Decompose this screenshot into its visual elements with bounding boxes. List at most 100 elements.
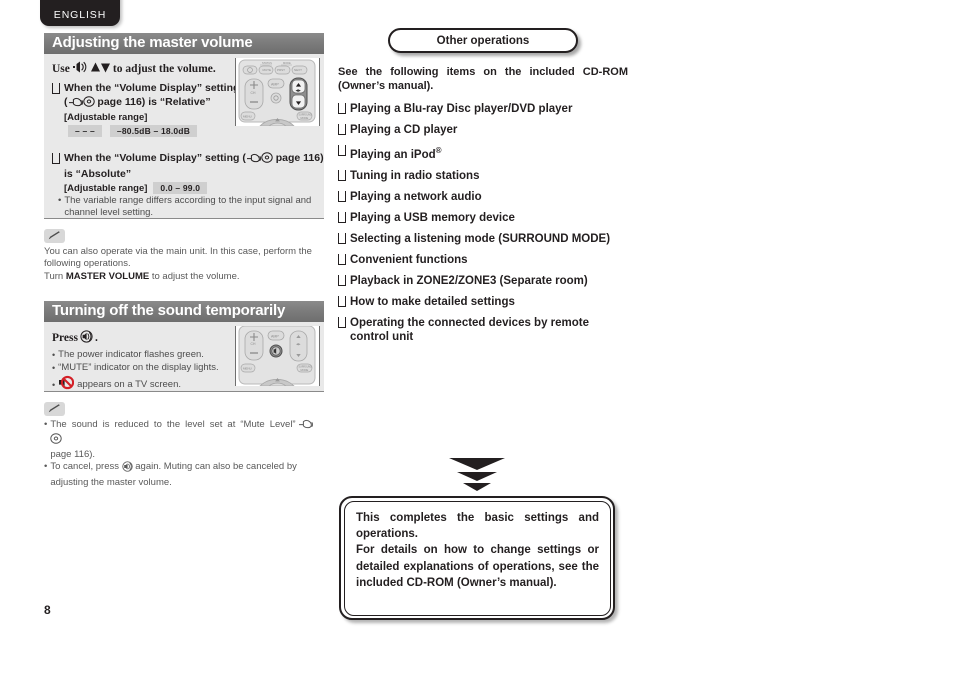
mute-button-icon — [121, 461, 133, 477]
disc-icon — [82, 96, 95, 111]
operation-label: Tuning in radio stations — [350, 169, 480, 182]
triangle-down-icon — [457, 472, 497, 481]
checkbox-item: When the “Volume Display” setting — [51, 82, 242, 95]
bullet-dot: • — [52, 363, 56, 373]
adjustable-range-text: [Adjustable range] — [64, 182, 148, 194]
list-item: • “MUTE” indicator on the display lights… — [52, 362, 240, 374]
item1-adjustable-range-label: [Adjustable range] — [64, 112, 242, 123]
memo-turn-text: Turn — [44, 270, 66, 282]
svg-text:MENU: MENU — [243, 367, 252, 371]
disc-icon — [261, 152, 273, 167]
section1-memo-line1: You can also operate via the main unit. … — [44, 245, 312, 270]
section1-title: Adjusting the master volume — [44, 33, 324, 54]
manual-page: ENGLISH Adjusting the master volume Use — [0, 0, 954, 675]
use-word: Use — [52, 62, 70, 75]
memo-bullet2-pre: To cancel, press — [50, 461, 119, 472]
list-item: Playing a CD player — [337, 123, 628, 137]
remote-control-mute-diagram: CH AMP ◀▶ MENU SURROUND MODE — [235, 326, 320, 386]
checkbox-icon — [51, 153, 60, 164]
memo-bullet1-page: page 116). — [50, 448, 96, 460]
triangle-down-icon — [449, 458, 505, 470]
mute-crossed-speaker-icon — [58, 375, 75, 394]
memo-list-item: • To cancel, press again. Muting can als… — [44, 461, 324, 489]
volume-icon — [72, 61, 88, 76]
svg-text:MODE: MODE — [283, 61, 291, 65]
press-period: . — [94, 332, 98, 344]
list-item: Convenient functions — [337, 253, 628, 267]
item1-line1: When the “Volume Display” setting — [64, 82, 240, 94]
registered-trademark-icon: ® — [435, 146, 442, 155]
pencil-memo-icon — [44, 401, 65, 416]
page-number: 8 — [44, 603, 51, 617]
checkbox-icon — [337, 124, 346, 135]
svg-text:MUTE: MUTE — [263, 68, 272, 72]
checkbox-icon — [337, 190, 346, 202]
svg-text:NEXT: NEXT — [294, 68, 302, 72]
checkbox-icon — [337, 316, 346, 328]
operation-label: Selecting a listening mode (SURROUND MOD… — [350, 232, 611, 245]
memo-bullet1: The sound is reduced to the level set at… — [50, 419, 324, 462]
list-item: Playback in ZONE2/ZONE3 (Separate room) — [337, 274, 628, 288]
operation-label: Convenient functions — [350, 253, 468, 266]
list-item: Playing a network audio — [337, 190, 628, 204]
pointing-hand-icon — [298, 419, 314, 434]
operations-list: Playing a Blu-ray Disc player/DVD player… — [337, 102, 628, 344]
list-item: • appears on a TV screen. — [52, 375, 240, 394]
bullet-text: The power indicator flashes green. — [58, 349, 204, 360]
checkbox-icon — [337, 253, 346, 265]
svg-text:PRST: PRST — [277, 68, 285, 72]
item2-adjustable-range-label: [Adjustable range] 0.0 – 99.0 — [64, 182, 338, 194]
checkbox-icon — [337, 211, 346, 223]
checkbox-item: When the “Volume Display” setting ( page… — [51, 152, 338, 167]
list-item: Selecting a listening mode (SURROUND MOD… — [337, 232, 628, 246]
section-turning-off-sound: Turning off the sound temporarily Press — [44, 301, 324, 489]
operation-label: Operating the connected devices by remot… — [350, 316, 590, 343]
item2-note: • The variable range differs according t… — [58, 195, 338, 219]
item1-reference-line: ( page 116) is “Relative” — [64, 96, 242, 111]
item1-page-ref: page 116) is “Relative” — [97, 96, 211, 108]
section-adjusting-master-volume: Adjusting the master volume Use to adjus… — [44, 33, 324, 283]
memo-bullet1-text: The sound is reduced to the level set at… — [50, 418, 296, 430]
range-chip: – – – — [68, 125, 102, 137]
svg-text:MENU: MENU — [243, 115, 252, 119]
item2-line2: is “Absolute” — [64, 168, 132, 180]
checkbox-icon — [337, 103, 346, 114]
use-line-suffix: to adjust the volume. — [112, 62, 216, 75]
range-chip: 0.0 – 99.0 — [153, 182, 208, 194]
completion-callout-text: This completes the basic settings and op… — [356, 512, 599, 589]
item2-line1: When the “Volume Display” setting ( page… — [64, 152, 324, 167]
section2-press-line: Press . — [52, 330, 240, 346]
language-tab: ENGLISH — [40, 0, 120, 26]
list-item: Tuning in radio stations — [337, 169, 628, 183]
adjustable-range-text: [Adjustable range] — [64, 112, 148, 123]
svg-text:CH: CH — [251, 342, 256, 346]
section1-use-line: Use to adjust the volume. — [52, 61, 242, 76]
master-volume-label: MASTER VOLUME — [65, 270, 150, 282]
other-operations-badge: Other operations — [388, 28, 578, 53]
press-word: Press — [52, 332, 78, 344]
operation-label-text: Playing an iPod — [350, 148, 436, 161]
item2-note-text: The variable range differs according to … — [64, 195, 312, 218]
right-column: Other operations See the following items… — [337, 28, 628, 351]
operation-label: Playing an iPod® — [350, 144, 628, 162]
right-column-intro: See the following items on the included … — [338, 66, 628, 92]
triangle-down-icon — [463, 483, 491, 491]
other-operations-label: Other operations — [436, 34, 530, 47]
operation-label: How to make detailed settings — [350, 295, 515, 308]
up-down-arrow-icon — [90, 62, 110, 76]
list-item: Playing a USB memory device — [337, 211, 628, 225]
svg-text:STATUS: STATUS — [262, 61, 272, 65]
item1-range-chips: – – – –80.5dB – 18.0dB — [68, 125, 242, 137]
section2-title: Turning off the sound temporarily — [44, 301, 324, 322]
bullet-dot: • — [52, 379, 56, 390]
section2-body: Press . • The power indicator flashes gr… — [44, 322, 324, 392]
svg-text:MODE: MODE — [301, 116, 309, 120]
memo-list-item: • The sound is reduced to the level set … — [44, 419, 324, 462]
section1-memo-line2: Turn MASTER VOLUME to adjust the volume. — [44, 271, 324, 284]
list-item: Operating the connected devices by remot… — [337, 316, 628, 344]
bullet-dot: • — [58, 195, 62, 206]
memo-tail-text: to adjust the volume. — [149, 270, 240, 282]
down-arrows-graphic — [449, 458, 505, 500]
bullet-text: “MUTE” indicator on the display lights. — [58, 362, 219, 373]
list-item: How to make detailed settings — [337, 295, 628, 309]
